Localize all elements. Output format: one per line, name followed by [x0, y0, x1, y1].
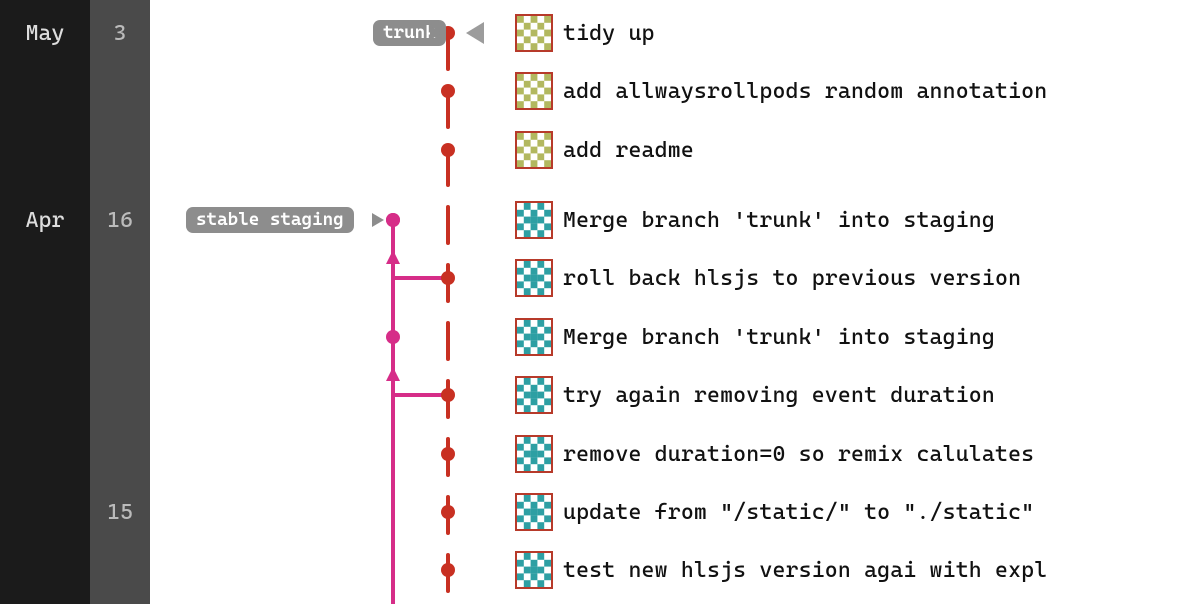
avatar-icon: [515, 131, 553, 169]
commit-message: tidy up: [563, 21, 655, 46]
avatar-icon: [515, 376, 553, 414]
month-label: Apr: [0, 208, 90, 233]
commit-message: Merge branch 'trunk' into staging: [563, 208, 995, 233]
commit-row[interactable]: update from "/static/" to "./static": [515, 493, 1034, 531]
avatar-icon: [515, 72, 553, 110]
commit-message: update from "/static/" to "./static": [563, 500, 1034, 525]
commit-row[interactable]: tidy up: [515, 14, 655, 52]
commit-row[interactable]: Merge branch 'trunk' into staging: [515, 318, 995, 356]
day-label: 16: [90, 208, 150, 233]
avatar-icon: [515, 435, 553, 473]
avatar-icon: [515, 318, 553, 356]
commit-row[interactable]: roll back hlsjs to previous version: [515, 259, 1021, 297]
avatar-icon: [515, 201, 553, 239]
avatar-icon: [515, 493, 553, 531]
commit-message: test new hlsjs version agai with expl: [563, 558, 1047, 583]
day-label: 15: [90, 500, 150, 525]
commit-message: try again removing event duration: [563, 383, 995, 408]
commit-message: Merge branch 'trunk' into staging: [563, 325, 995, 350]
commit-row[interactable]: add allwaysrollpods random annotation: [515, 72, 1047, 110]
commit-row[interactable]: remove duration=0 so remix calulates: [515, 435, 1034, 473]
head-pointer-icon: [466, 22, 484, 44]
month-label: May: [0, 21, 90, 46]
avatar-icon: [515, 551, 553, 589]
commit-message: add readme: [563, 138, 694, 163]
commit-message: remove duration=0 so remix calulates: [563, 442, 1034, 467]
day-label: 3: [90, 21, 150, 46]
commit-message: roll back hlsjs to previous version: [563, 266, 1021, 291]
branch-tag[interactable]: stable staging: [186, 207, 354, 233]
month-column: May Apr: [0, 0, 90, 604]
commit-row[interactable]: try again removing event duration: [515, 376, 995, 414]
avatar-icon: [515, 259, 553, 297]
gutter: [150, 0, 164, 604]
commit-row[interactable]: test new hlsjs version agai with expl: [515, 551, 1047, 589]
branch-tag-pointer-icon: [372, 213, 384, 227]
commit-row[interactable]: add readme: [515, 131, 694, 169]
commit-row[interactable]: Merge branch 'trunk' into staging: [515, 201, 995, 239]
branch-tag-pointer-icon: [430, 26, 442, 40]
avatar-icon: [515, 14, 553, 52]
day-column: 3 16 15: [90, 0, 150, 604]
commit-message: add allwaysrollpods random annotation: [563, 79, 1047, 104]
